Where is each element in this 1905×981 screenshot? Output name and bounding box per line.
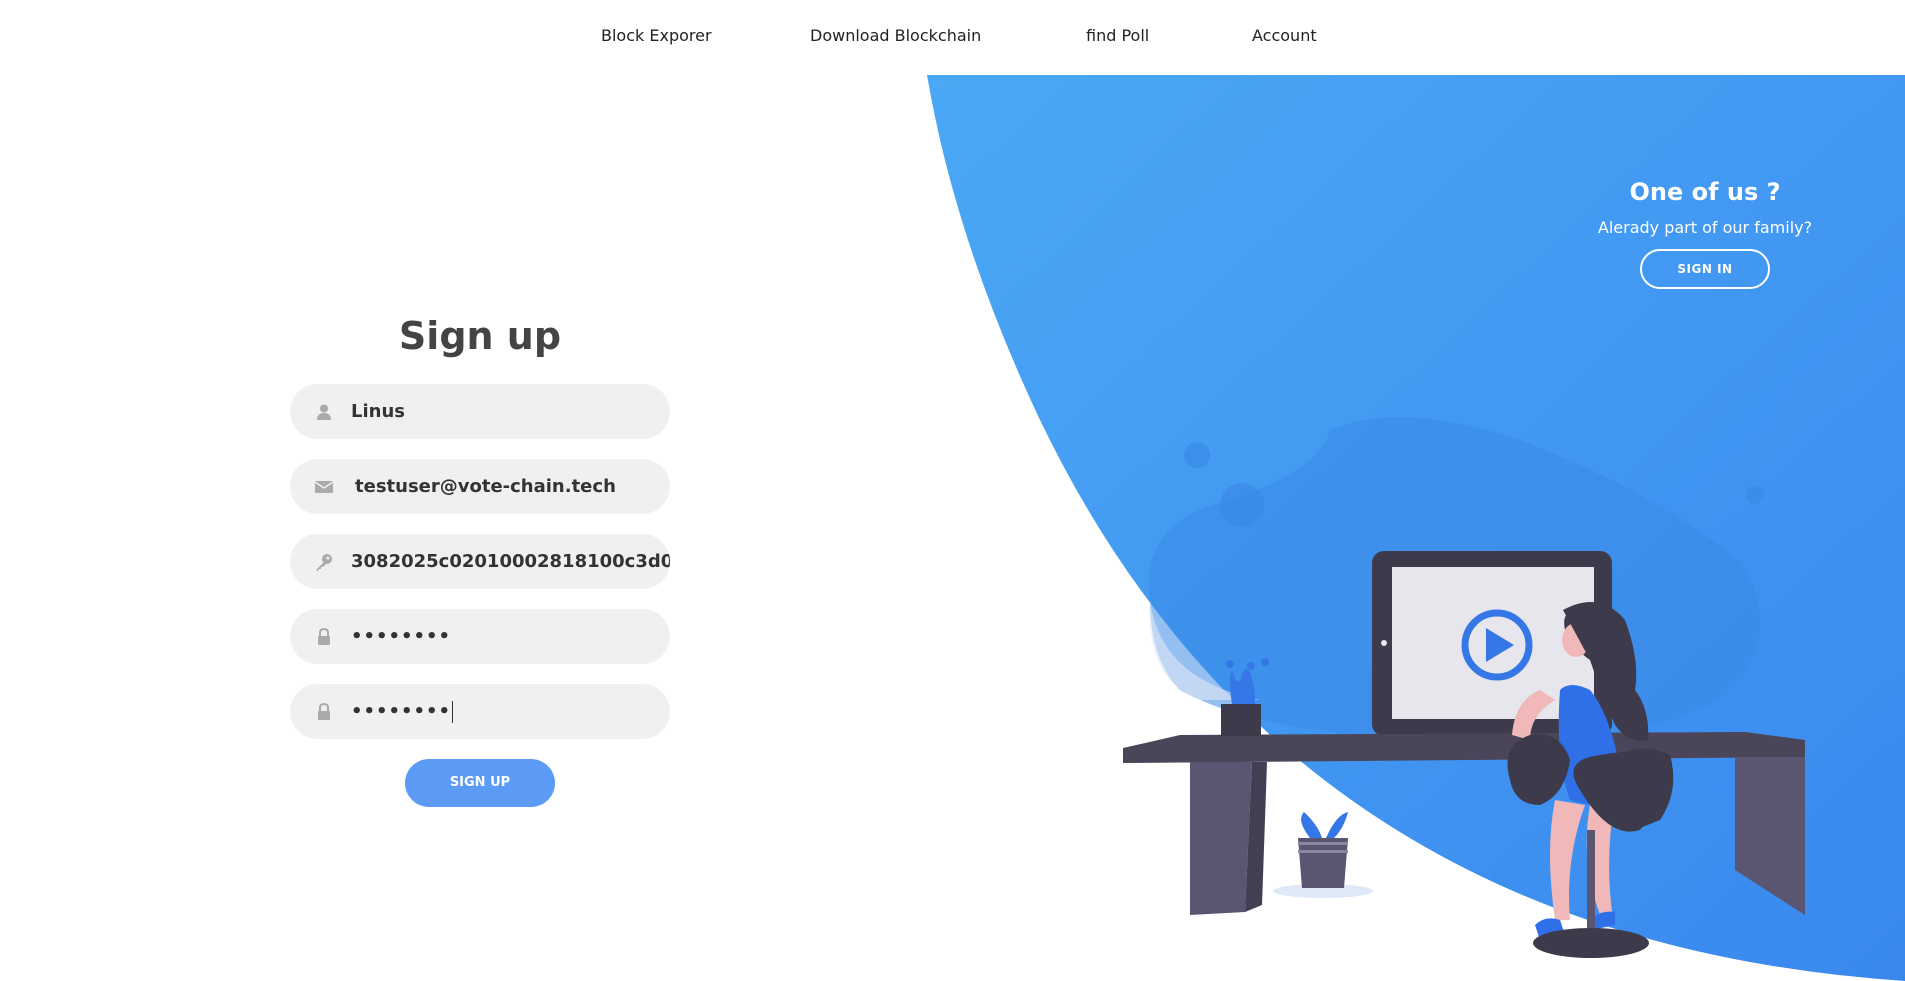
promo-title: One of us ? bbox=[1629, 178, 1781, 206]
promo-subtitle: Alerady part of our family? bbox=[1597, 218, 1813, 237]
signup-form: Sign up Linus testuser@vote-chain.tech 3… bbox=[290, 314, 670, 807]
username-field[interactable]: Linus bbox=[290, 384, 670, 439]
nav-find-poll[interactable]: find Poll bbox=[1086, 26, 1149, 45]
form-title: Sign up bbox=[398, 314, 562, 358]
sign-up-button[interactable]: SIGN UP bbox=[405, 759, 555, 807]
confirm-password-value-wrap: •••••••• bbox=[351, 700, 670, 723]
sign-in-button[interactable]: SIGN IN bbox=[1640, 249, 1770, 289]
text-caret bbox=[452, 700, 454, 723]
blue-background-panel bbox=[927, 75, 1905, 981]
username-value: Linus bbox=[351, 401, 405, 422]
password-field[interactable]: •••••••• bbox=[290, 609, 670, 664]
signin-promo: One of us ? Alerady part of our family? … bbox=[1580, 178, 1830, 289]
password-value: •••••••• bbox=[351, 626, 452, 647]
public-key-value: 3082025c02010002818100c3d00036 bbox=[351, 551, 670, 572]
public-key-field[interactable]: 3082025c02010002818100c3d00036 bbox=[290, 534, 670, 589]
lock-icon bbox=[313, 626, 335, 648]
email-value: testuser@vote-chain.tech bbox=[355, 476, 616, 497]
confirm-password-value: •••••••• bbox=[351, 700, 452, 722]
nav-account[interactable]: Account bbox=[1252, 26, 1317, 45]
nav-block-explorer[interactable]: Block Exporer bbox=[601, 26, 712, 45]
email-field[interactable]: testuser@vote-chain.tech bbox=[290, 459, 670, 514]
key-icon bbox=[313, 551, 335, 573]
envelope-icon bbox=[313, 476, 335, 498]
top-nav: Block Exporer Download Blockchain find P… bbox=[0, 0, 1905, 75]
lock-icon bbox=[313, 701, 335, 723]
nav-download-blockchain[interactable]: Download Blockchain bbox=[810, 26, 981, 45]
signup-page: Block Exporer Download Blockchain find P… bbox=[0, 0, 1905, 981]
user-icon bbox=[313, 401, 335, 423]
confirm-password-field[interactable]: •••••••• bbox=[290, 684, 670, 739]
